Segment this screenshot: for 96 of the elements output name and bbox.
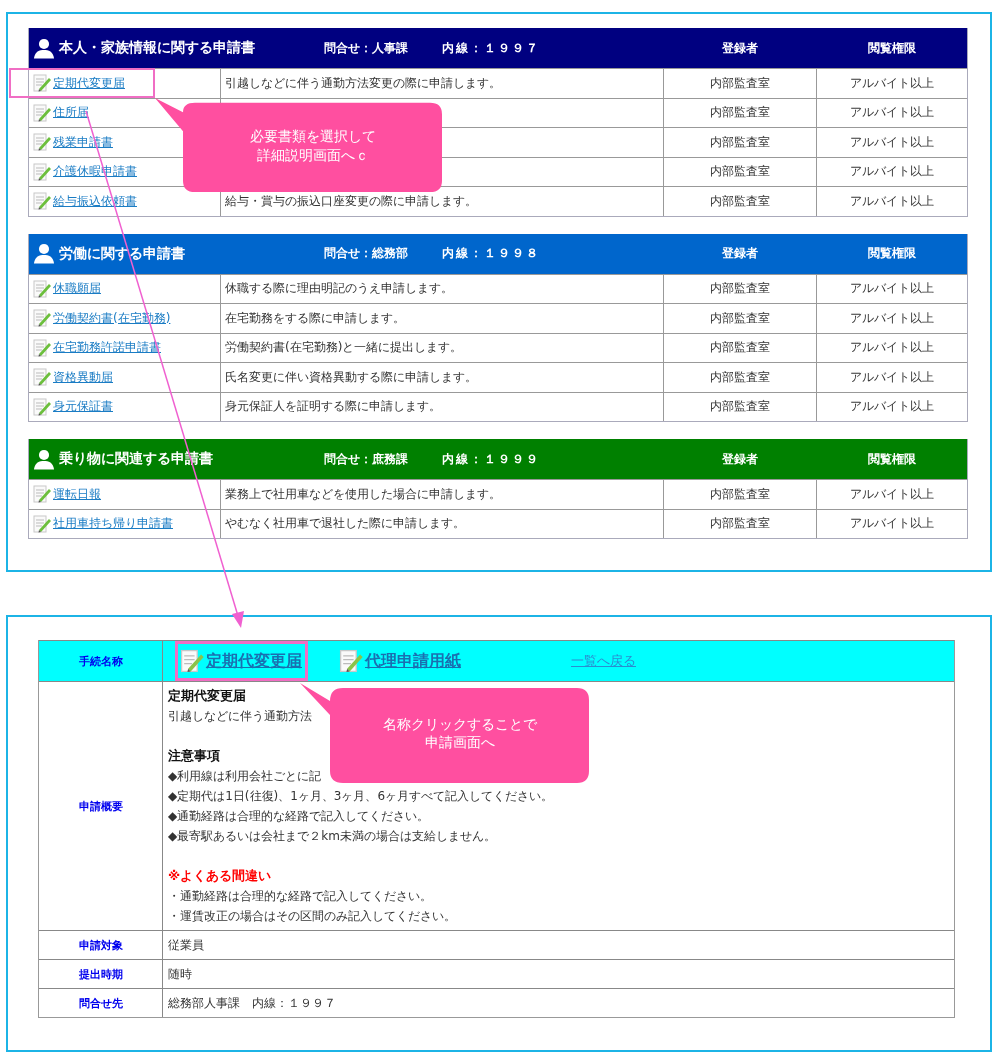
- document-pencil-icon: [32, 484, 52, 505]
- table-cell: 内部監査室: [663, 304, 816, 333]
- callout-text: 必要書類を選択して: [249, 127, 376, 146]
- detail-text: ◆最寄駅あるいは会社まで２km未満の場合は支給しません。: [168, 828, 496, 845]
- document-pencil-icon: [32, 278, 52, 299]
- table-cell: アルバイト以上: [816, 333, 967, 362]
- table-cell: 業務上で社用車などを使用した場合に申請します。: [225, 485, 501, 503]
- table-cell: アルバイト以上: [816, 157, 967, 186]
- document-pencil-icon: [32, 337, 52, 358]
- document-pencil-icon: [32, 102, 52, 123]
- contact-text: 問合せ：人事課: [324, 39, 409, 57]
- form-link[interactable]: 資格異動届: [53, 368, 113, 386]
- section-title: 労働に関する申請書: [59, 244, 186, 263]
- table-cell: アルバイト以上: [816, 69, 967, 98]
- table-cell: アルバイト以上: [816, 304, 967, 333]
- detail-text: ・通勤経路は合理的な経路で記入してください。: [168, 888, 432, 905]
- detail-text: 注意事項: [168, 747, 220, 765]
- detail-text: ※よくある間違い: [168, 867, 272, 885]
- row-label: 手続名称: [39, 641, 163, 681]
- table-cell: 給与・賞与の振込口座変更の際に申請します。: [225, 192, 477, 210]
- table-cell: アルバイト以上: [816, 392, 967, 421]
- form-link[interactable]: 定期代変更届: [206, 650, 302, 672]
- contact-text: 問合せ：総務部: [324, 245, 409, 262]
- column-header: 閲覧権限: [866, 39, 917, 57]
- column-header: 登録者: [720, 450, 759, 468]
- detail-text: 定期代変更届: [168, 687, 246, 705]
- table-cell: 内部監査室: [663, 69, 816, 98]
- table-cell: アルバイト以上: [816, 480, 967, 509]
- column-header: 閲覧権限: [866, 450, 917, 468]
- section-title: 本人・家族情報に関する申請書: [59, 39, 256, 57]
- table-cell: 内部監査室: [663, 509, 816, 538]
- callout-text: 名称クリックすることで: [382, 714, 537, 733]
- table-cell: 内部監査室: [663, 128, 816, 157]
- table-cell: 内部監査室: [663, 363, 816, 392]
- column-header: 登録者: [720, 245, 759, 262]
- form-link[interactable]: 給与振込依頼書: [53, 192, 137, 210]
- column-header: 閲覧権限: [866, 245, 917, 262]
- document-pencil-icon: [32, 132, 52, 153]
- callout-text: 詳細説明画面へｃ: [256, 145, 369, 164]
- document-pencil-icon: [179, 648, 205, 674]
- document-pencil-icon: [338, 648, 364, 674]
- table-cell: 在宅勤務をする際に申請します。: [225, 309, 405, 327]
- detail-text: 従業員: [168, 937, 204, 954]
- table-cell: アルバイト以上: [816, 363, 967, 392]
- contact-text: 問合せ：庶務課: [324, 450, 409, 468]
- detail-text: 引越しなどに伴う通勤方法: [168, 708, 312, 725]
- row-label: 問合せ先: [39, 989, 163, 1017]
- person-icon: [33, 37, 55, 59]
- table-cell: 内部監査室: [663, 157, 816, 186]
- table-cell: アルバイト以上: [816, 274, 967, 303]
- document-pencil-icon: [32, 367, 52, 388]
- table-cell: 内部監査室: [663, 274, 816, 303]
- table-cell: やむなく社用車で退社した際に申請します。: [225, 515, 465, 533]
- table-cell: アルバイト以上: [816, 128, 967, 157]
- table-cell: アルバイト以上: [816, 98, 967, 127]
- table-cell: 内部監査室: [663, 480, 816, 509]
- table-cell: 引越しなどに伴う通勤方法変更の際に申請します。: [225, 74, 501, 92]
- form-link[interactable]: 代理申請用紙: [365, 650, 461, 672]
- table-cell: 内部監査室: [663, 187, 816, 216]
- document-pencil-icon: [32, 513, 52, 534]
- extension-text: 内線：１９９７: [442, 39, 540, 57]
- person-icon: [33, 448, 55, 470]
- detail-text: ・運賃改正の場合はその区間のみ記入してください。: [168, 908, 456, 925]
- form-link[interactable]: 身元保証書: [53, 398, 113, 416]
- table-cell: 休職する際に理由明記のうえ申請します。: [225, 280, 453, 298]
- form-link[interactable]: 社用車持ち帰り申請書: [53, 515, 173, 533]
- person-icon: [33, 243, 55, 264]
- table-cell: アルバイト以上: [816, 509, 967, 538]
- extension-text: 内線：１９９９: [442, 450, 540, 468]
- detail-text: 随時: [168, 966, 192, 983]
- extension-text: 内線：１９９８: [442, 245, 540, 262]
- table-cell: 内部監査室: [663, 333, 816, 362]
- document-pencil-icon: [32, 161, 52, 182]
- detail-text: ◆定期代は1日(往復)、1ヶ月、3ヶ月、6ヶ月すべて記入してください。: [168, 788, 554, 805]
- detail-text: ◆通勤経路は合理的な経路で記入してください。: [168, 808, 430, 825]
- table-cell: 氏名変更に伴い資格異動する際に申請します。: [225, 368, 477, 386]
- callout-text: 申請画面へ: [424, 733, 495, 752]
- table-cell: 内部監査室: [663, 98, 816, 127]
- form-link[interactable]: 休職願届: [53, 280, 101, 298]
- form-link[interactable]: 運転日報: [53, 485, 101, 503]
- column-header: 登録者: [720, 39, 759, 57]
- table-cell: 内部監査室: [663, 392, 816, 421]
- document-pencil-icon: [32, 191, 52, 212]
- back-link[interactable]: 一覧へ戻る: [571, 652, 636, 670]
- table-cell: アルバイト以上: [816, 187, 967, 216]
- form-link[interactable]: 定期代変更届: [53, 74, 125, 92]
- document-pencil-icon: [32, 73, 52, 94]
- detail-text: ◆利用線は利用会社ごとに記: [168, 768, 322, 785]
- row-label: 提出時期: [39, 960, 163, 988]
- document-pencil-icon: [32, 396, 52, 417]
- table-cell: 労働契約書(在宅勤務)と一緒に提出します。: [225, 339, 463, 357]
- row-label: 申請概要: [39, 682, 163, 930]
- document-pencil-icon: [32, 308, 52, 329]
- detail-text: 総務部人事課 内線：１９９７: [168, 995, 336, 1012]
- table-cell: 身元保証人を証明する際に申請します。: [225, 398, 441, 416]
- row-label: 申請対象: [39, 931, 163, 959]
